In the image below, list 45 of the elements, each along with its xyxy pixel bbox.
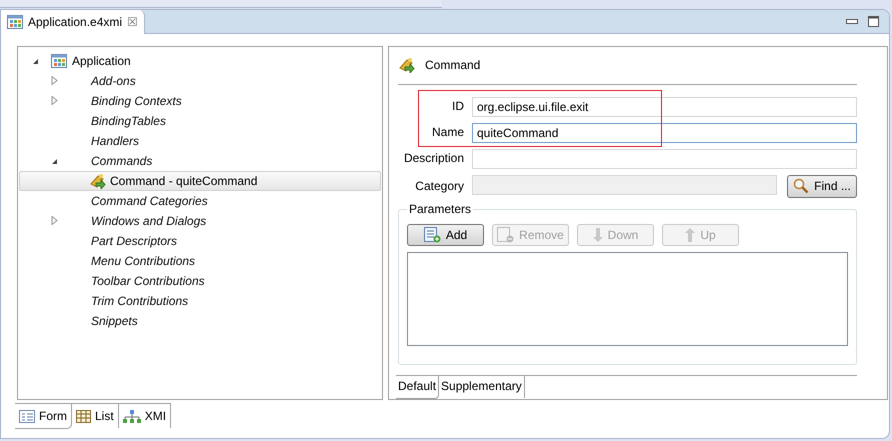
tab[interactable]: Default bbox=[396, 376, 440, 399]
down-arrow-icon bbox=[592, 226, 603, 243]
tree-item[interactable]: Command Categories bbox=[19, 191, 381, 211]
table-icon bbox=[76, 410, 91, 422]
group-title: Parameters bbox=[407, 202, 474, 216]
tree-item[interactable]: Application bbox=[19, 51, 381, 71]
tree-item[interactable]: Handlers bbox=[19, 131, 381, 151]
expand-icon[interactable] bbox=[51, 74, 58, 88]
tree-item[interactable]: Snippets bbox=[19, 311, 381, 331]
form-icon bbox=[19, 410, 35, 422]
add-button[interactable]: Add bbox=[407, 224, 484, 246]
application-icon bbox=[51, 54, 67, 68]
tree-item[interactable]: Toolbar Contributions bbox=[19, 271, 381, 291]
tree-item[interactable]: Add-ons bbox=[19, 71, 381, 91]
add-table-icon bbox=[424, 226, 441, 243]
tree-item[interactable]: Part Descriptors bbox=[19, 231, 381, 251]
tree-item[interactable]: Trim Contributions bbox=[19, 291, 381, 311]
editor-tab[interactable]: Application.e4xmi ☒ bbox=[1, 10, 146, 34]
up-arrow-icon bbox=[685, 226, 696, 243]
parameters-list[interactable] bbox=[407, 252, 848, 346]
tree-item[interactable]: Windows and Dialogs bbox=[19, 211, 381, 231]
field-label: ID bbox=[451, 99, 464, 114]
field-label: Category bbox=[414, 178, 464, 194]
tab[interactable]: Form bbox=[15, 404, 72, 429]
field-label: Name bbox=[430, 125, 464, 140]
tree-item[interactable]: Command - quiteCommand bbox=[19, 171, 381, 191]
close-icon[interactable]: ☒ bbox=[127, 15, 138, 29]
input-field[interactable] bbox=[472, 148, 857, 169]
expand-icon[interactable] bbox=[51, 94, 58, 108]
search-icon bbox=[793, 178, 810, 194]
expand-icon[interactable] bbox=[51, 214, 58, 228]
tab[interactable]: XMI bbox=[118, 404, 172, 428]
input-field[interactable]: org.eclipse.ui.file.exit bbox=[472, 96, 857, 117]
tree-item[interactable]: Commands bbox=[19, 151, 381, 171]
tab[interactable]: Supplementary bbox=[439, 376, 525, 398]
tree-item[interactable]: Binding Contexts bbox=[19, 91, 381, 111]
application-icon bbox=[7, 15, 23, 29]
hierarchy-icon bbox=[122, 410, 141, 422]
field-label: Description bbox=[402, 151, 464, 166]
tab[interactable]: List bbox=[72, 404, 119, 428]
input-field[interactable]: quiteCommand bbox=[472, 122, 857, 143]
tree-item[interactable]: Menu Contributions bbox=[19, 251, 381, 271]
remove-table-icon bbox=[497, 226, 514, 243]
section-title: Command bbox=[425, 58, 480, 72]
tree-item[interactable]: BindingTables bbox=[19, 111, 381, 131]
